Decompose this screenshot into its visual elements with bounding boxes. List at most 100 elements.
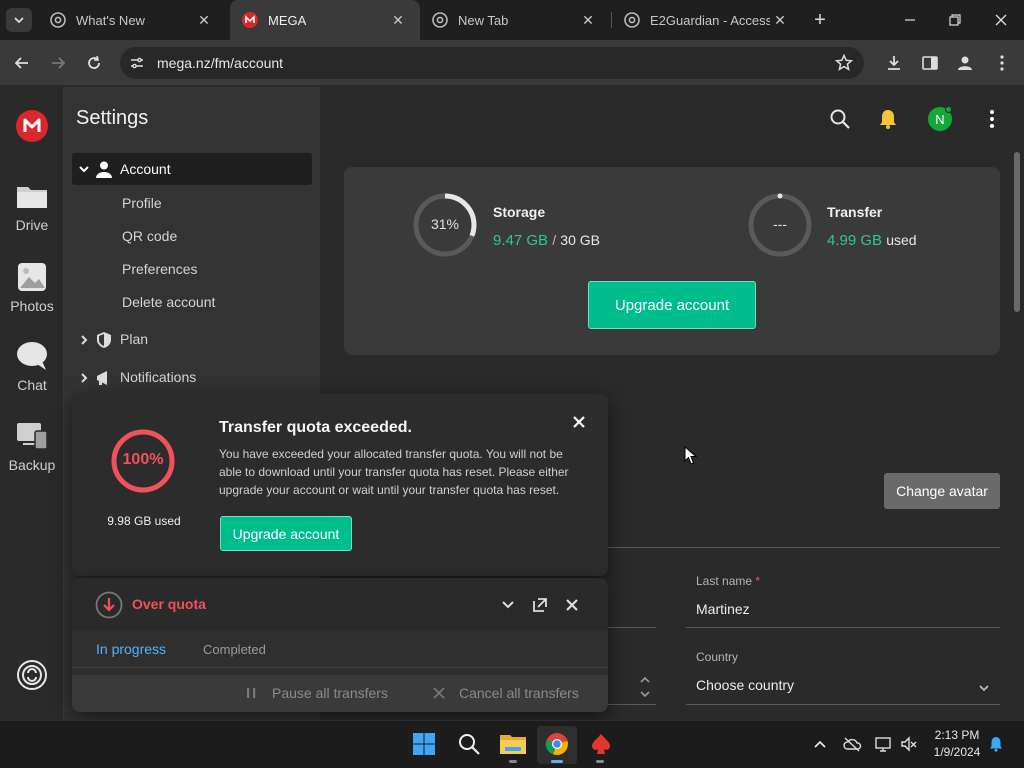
network-tray-button[interactable] xyxy=(874,735,892,753)
url-text[interactable]: mega.nz/fm/account xyxy=(157,55,283,71)
search-button[interactable] xyxy=(829,108,851,130)
sidebar-item-preferences[interactable]: Preferences xyxy=(122,261,197,277)
first-name-underline xyxy=(608,627,656,628)
side-panel-icon xyxy=(922,56,938,70)
profile-button[interactable] xyxy=(955,53,975,73)
dialog-close-button[interactable] xyxy=(572,415,586,429)
tab-e2guardian[interactable]: E2Guardian - Access D ✕ xyxy=(612,0,802,40)
chrome-taskbar-button[interactable] xyxy=(537,726,577,764)
sidebar-item-notifications[interactable]: Notifications xyxy=(78,368,308,388)
online-status-dot xyxy=(945,106,952,113)
volume-muted-icon xyxy=(901,736,917,752)
close-icon xyxy=(573,416,585,428)
close-tab-icon[interactable]: ✕ xyxy=(770,10,790,30)
country-value: Choose country xyxy=(696,677,795,693)
tab-new-tab[interactable]: New Tab ✕ xyxy=(420,0,610,40)
transfer-used-suffix: used xyxy=(886,232,917,248)
notifications-button[interactable] xyxy=(877,108,899,130)
chevron-up-icon xyxy=(814,740,826,748)
minimize-button[interactable] xyxy=(896,10,924,30)
section-divider xyxy=(608,547,1000,548)
close-panel-button[interactable] xyxy=(565,598,579,612)
close-icon xyxy=(566,599,578,611)
rail-item-label: Photos xyxy=(10,298,54,314)
pause-all-button[interactable]: Pause all transfers xyxy=(244,685,388,701)
sidebar-item-qr-code[interactable]: QR code xyxy=(122,228,177,244)
last-name-field[interactable]: Martinez xyxy=(696,601,996,617)
taskbar-search-button[interactable] xyxy=(457,732,481,756)
chevron-down-icon xyxy=(979,685,989,692)
solitaire-indicator xyxy=(596,760,604,763)
mega-logo[interactable] xyxy=(16,110,48,142)
tab-strip: What's New ✕ MEGA ✕ New Tab ✕ E2Guardian… xyxy=(0,0,1024,40)
file-explorer-icon xyxy=(500,735,526,754)
start-button[interactable] xyxy=(412,732,436,756)
tab-mega[interactable]: MEGA ✕ xyxy=(230,0,420,40)
mega-logo-icon xyxy=(16,110,48,142)
close-tab-icon[interactable]: ✕ xyxy=(194,10,214,30)
restore-button[interactable] xyxy=(941,10,969,30)
close-tab-icon[interactable]: ✕ xyxy=(578,10,598,30)
dialog-upgrade-button[interactable]: Upgrade account xyxy=(220,516,352,551)
explorer-indicator xyxy=(509,760,517,763)
folder-icon xyxy=(17,187,47,208)
tab-in-progress[interactable]: In progress xyxy=(96,641,166,657)
cancel-all-button[interactable]: Cancel all transfers xyxy=(432,685,579,701)
rail-item-chat[interactable]: Chat xyxy=(0,339,64,393)
storage-usage: 9.47 GB / 30 GB xyxy=(493,232,600,249)
change-avatar-button[interactable]: Change avatar xyxy=(884,473,1000,509)
person-icon xyxy=(958,56,972,70)
chevron-down-icon xyxy=(502,601,514,609)
windows-icon xyxy=(413,733,435,755)
mouse-cursor-icon xyxy=(684,446,698,465)
tab-whats-new[interactable]: What's New ✕ xyxy=(38,0,226,40)
country-select[interactable]: Choose country xyxy=(686,670,1000,704)
cloud-offline-icon xyxy=(843,737,862,752)
quota-ring-percent: 100% xyxy=(122,451,164,468)
volume-tray-button[interactable] xyxy=(900,735,918,753)
close-window-button[interactable] xyxy=(987,10,1015,30)
sidebar-item-plan[interactable]: Plan xyxy=(78,330,308,350)
expand-panel-button[interactable] xyxy=(532,597,548,613)
notification-center-button[interactable] xyxy=(988,736,1004,752)
birthday-stepper[interactable] xyxy=(638,672,652,702)
tab-completed[interactable]: Completed xyxy=(203,642,266,657)
rail-item-backup[interactable]: Backup xyxy=(0,419,64,473)
onedrive-tray-button[interactable] xyxy=(842,736,862,752)
open-in-new-icon xyxy=(533,598,547,612)
sync-status-button[interactable] xyxy=(16,659,48,691)
tab-search-button[interactable] xyxy=(6,8,32,32)
stepper-arrows-icon xyxy=(640,676,650,698)
back-button[interactable] xyxy=(12,53,32,73)
rail-item-drive[interactable]: Drive xyxy=(0,179,64,233)
clock[interactable]: 2:13 PM 1/9/2024 xyxy=(924,728,990,759)
active-app-indicator xyxy=(551,760,563,763)
more-menu-button[interactable] xyxy=(982,108,1002,130)
new-tab-button[interactable]: + xyxy=(808,8,832,32)
sidebar-item-profile[interactable]: Profile xyxy=(122,195,162,211)
main-scrollbar[interactable] xyxy=(1014,152,1020,312)
file-explorer-button[interactable] xyxy=(499,731,527,757)
solitaire-button[interactable] xyxy=(589,732,613,756)
reload-button[interactable] xyxy=(84,53,104,73)
browser-menu-button[interactable] xyxy=(992,53,1012,73)
downloads-button[interactable] xyxy=(884,53,904,73)
bell-icon xyxy=(990,737,1002,752)
required-marker: * xyxy=(755,574,761,588)
country-underline xyxy=(686,704,1000,705)
side-panel-button[interactable] xyxy=(920,53,940,73)
forward-button[interactable] xyxy=(48,53,68,73)
site-info-button[interactable] xyxy=(128,54,146,72)
collapse-panel-button[interactable] xyxy=(501,598,515,612)
transfer-label: Transfer xyxy=(827,204,883,220)
close-tab-icon[interactable]: ✕ xyxy=(388,10,408,30)
arrow-left-icon xyxy=(14,57,28,69)
show-hidden-icons-button[interactable] xyxy=(813,737,827,751)
rail-item-label: Backup xyxy=(8,457,56,473)
upgrade-account-button[interactable]: Upgrade account xyxy=(588,281,756,329)
sidebar-item-label: Notifications xyxy=(120,369,197,385)
country-label: Country xyxy=(696,650,739,664)
bookmark-button[interactable] xyxy=(834,53,854,73)
rail-item-photos[interactable]: Photos xyxy=(0,260,64,314)
sidebar-item-delete-account[interactable]: Delete account xyxy=(122,294,215,310)
